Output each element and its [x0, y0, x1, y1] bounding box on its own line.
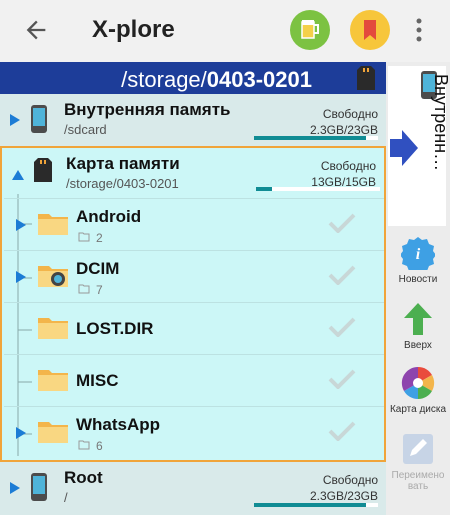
folder-name: DCIM — [76, 259, 120, 278]
tool-label: Новости — [398, 274, 438, 285]
volume-row[interactable]: Root / Свободно 2.3GB/23GB — [0, 462, 386, 515]
disk-map-tool[interactable]: Карта диска — [386, 366, 450, 415]
check-icon[interactable] — [328, 369, 356, 389]
app-bar: X-plore — [0, 0, 450, 62]
usage-fill — [254, 503, 366, 507]
volume-free: Свободно 13GB/15GB — [311, 159, 376, 189]
folder-name: MISC — [76, 371, 119, 390]
folder-row[interactable]: LOST.DIR — [4, 302, 384, 355]
usage-bar — [254, 136, 378, 140]
folder-row[interactable]: Android 2 — [4, 198, 384, 251]
folder-row[interactable]: MISC — [4, 354, 384, 407]
tool-label: Карта диска — [389, 404, 447, 415]
current-path: /storage/0403-0201 — [121, 67, 312, 92]
camera-folder-icon — [38, 266, 68, 287]
up-tool[interactable]: Вверх — [386, 302, 450, 351]
folder-count: 2 — [96, 231, 103, 245]
usage-fill — [254, 136, 366, 140]
arrow-right-icon[interactable] — [390, 130, 418, 166]
back-arrow-icon[interactable] — [22, 16, 50, 44]
folder-icon — [38, 214, 68, 235]
expand-arrow-icon[interactable] — [10, 114, 20, 126]
expand-arrow-icon[interactable] — [16, 271, 26, 283]
app-title: X-plore — [92, 16, 175, 43]
folder-name: Android — [76, 207, 142, 226]
check-icon[interactable] — [328, 265, 356, 285]
tool-label: Переимено вать — [391, 470, 445, 492]
usage-bar — [256, 187, 380, 191]
check-icon[interactable] — [328, 213, 356, 233]
expand-arrow-icon[interactable] — [16, 219, 26, 231]
volume-path: /storage/0403-0201 — [66, 176, 179, 191]
info-icon: i — [401, 237, 435, 270]
volume-row[interactable]: Внутренняя память /sdcard Свободно 2.3GB/… — [0, 94, 386, 146]
path-bar: /storage/0403-0201 — [0, 62, 386, 94]
volume-free: Свободно 2.3GB/23GB — [309, 473, 378, 503]
check-icon[interactable] — [328, 317, 356, 337]
volume-name: Root — [64, 468, 103, 487]
folder-row[interactable]: WhatsApp 6 — [4, 406, 384, 459]
usage-fill — [256, 187, 273, 191]
expand-arrow-icon[interactable] — [10, 482, 20, 494]
volume-name: Карта памяти — [66, 154, 180, 173]
folder-small-icon — [78, 440, 90, 450]
pie-chart-icon — [401, 366, 435, 400]
volume-path: /sdcard — [64, 122, 107, 137]
folder-icon — [38, 318, 68, 339]
volume-name: Внутренняя память — [64, 100, 231, 119]
folder-name: WhatsApp — [76, 415, 161, 434]
rename-tool[interactable]: Переимено вать — [386, 432, 450, 492]
folder-icon — [38, 422, 68, 443]
beer-icon[interactable] — [290, 10, 330, 50]
folder-count: 6 — [96, 439, 103, 453]
collapse-arrow-icon[interactable] — [12, 170, 24, 182]
sd-card-icon — [357, 66, 375, 90]
expand-arrow-icon[interactable] — [16, 427, 26, 439]
edit-icon — [403, 434, 433, 464]
volume-row[interactable]: Карта памяти /storage/0403-0201 Свободно… — [0, 146, 386, 462]
tool-label: Вверх — [404, 340, 432, 351]
usage-bar — [254, 503, 378, 507]
folder-count: 7 — [96, 283, 103, 297]
bookmark-icon[interactable] — [350, 10, 390, 50]
overflow-menu-icon[interactable] — [414, 16, 424, 44]
volume-path: / — [64, 490, 68, 505]
folder-small-icon — [78, 284, 90, 294]
volume-free: Свободно 2.3GB/23GB — [309, 107, 378, 137]
svg-text:i: i — [416, 246, 421, 263]
folder-small-icon — [78, 232, 90, 242]
folder-icon — [38, 370, 68, 391]
folder-row[interactable]: DCIM 7 — [4, 250, 384, 303]
up-arrow-icon — [404, 303, 432, 335]
phone-icon — [31, 473, 47, 501]
sd-card-icon — [34, 158, 52, 182]
folder-name: LOST.DIR — [76, 319, 154, 338]
check-icon[interactable] — [328, 421, 356, 441]
other-pane-label: Внутренн… — [431, 74, 450, 172]
phone-icon — [31, 105, 47, 133]
news-tool[interactable]: i Новости — [386, 236, 450, 285]
